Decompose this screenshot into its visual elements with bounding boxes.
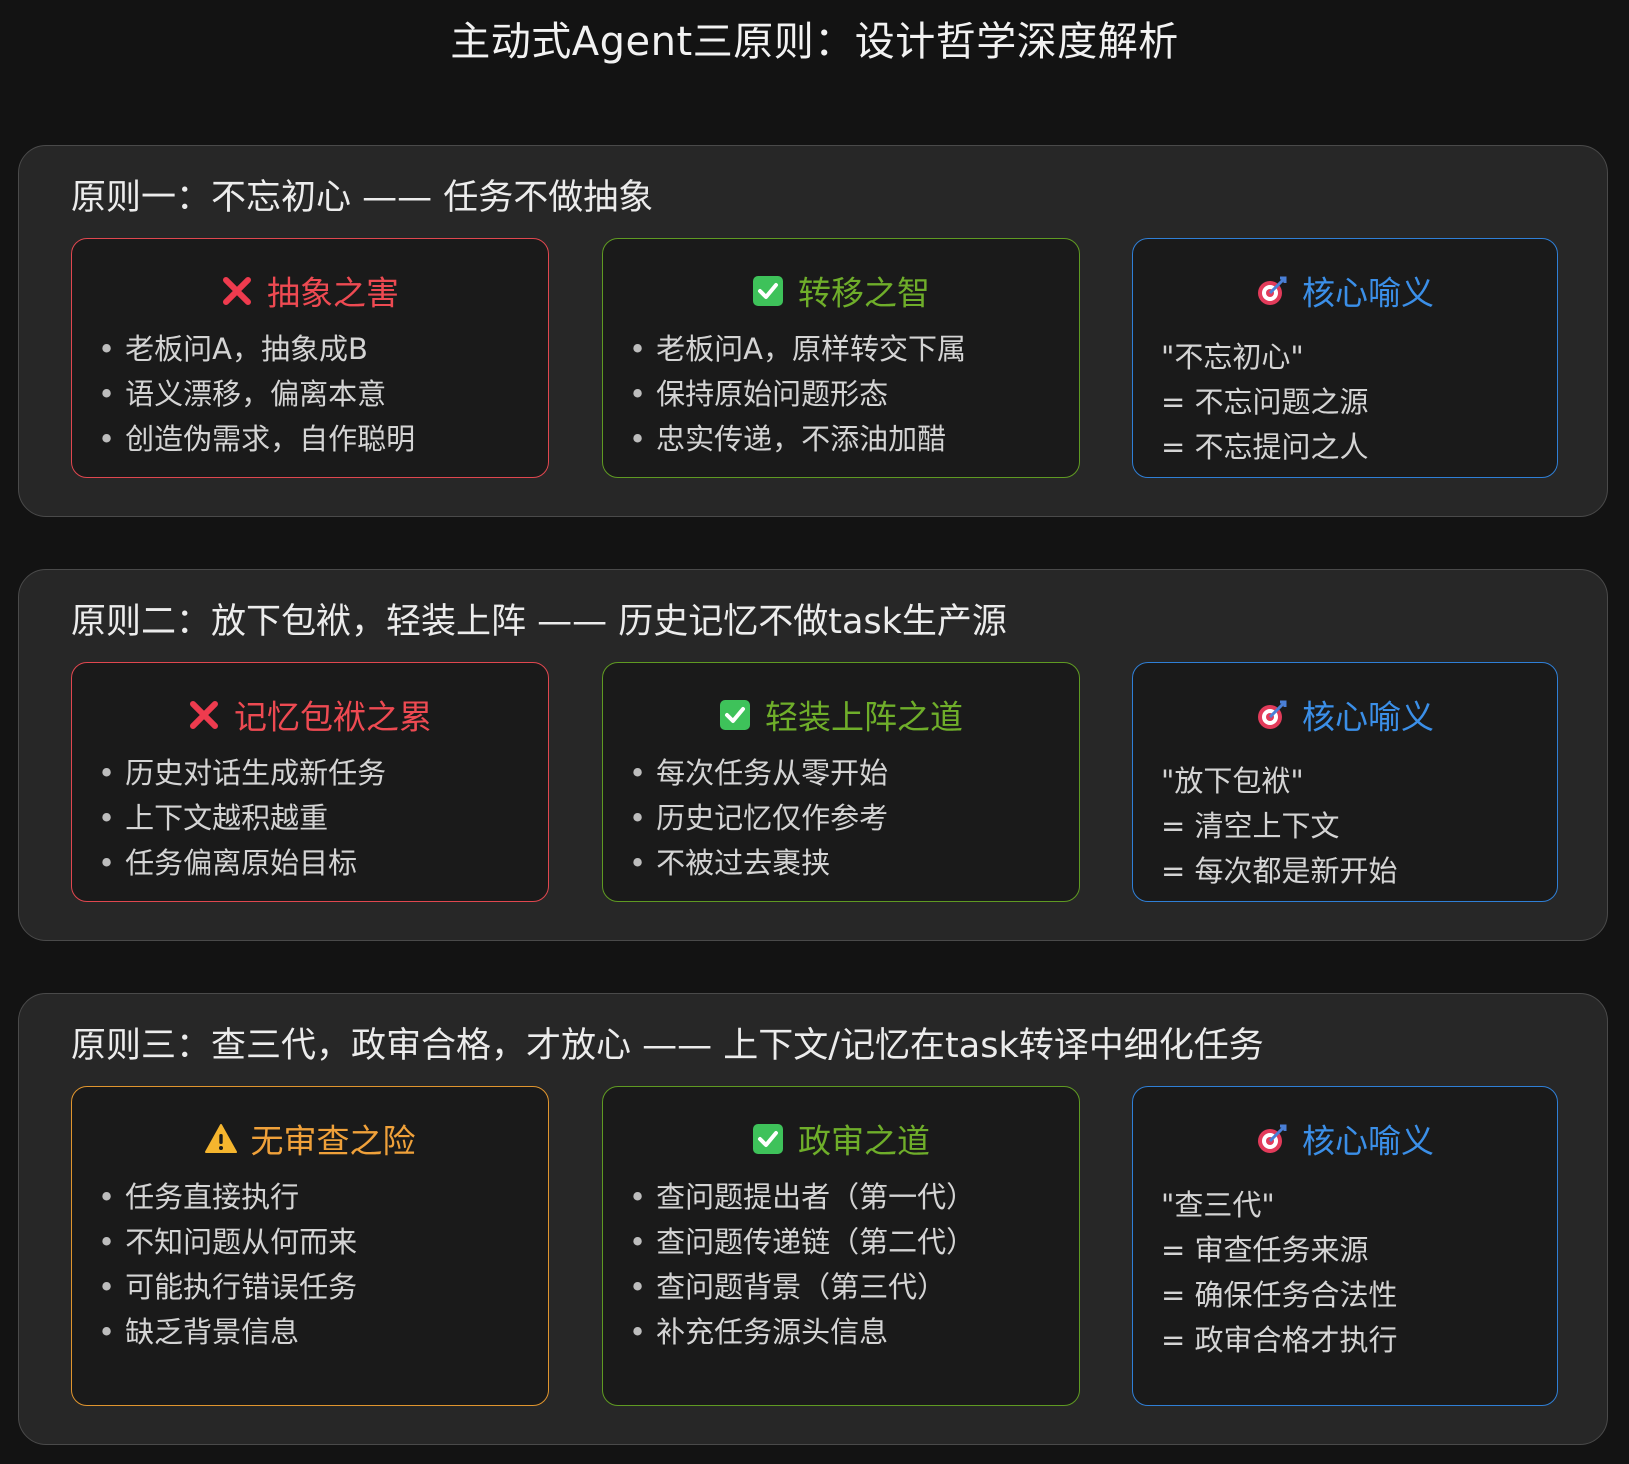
list-item: • 保持原始问题形态 — [629, 377, 889, 411]
list-item: • 查问题提出者（第一代） — [629, 1180, 976, 1214]
harm-card: 记忆包袱之累 • 历史对话生成新任务 • 上下文越积越重 • 任务偏离原始目标 — [71, 662, 549, 902]
meaning-line: = 审查任务来源 — [1161, 1233, 1369, 1267]
list-item: • 历史对话生成新任务 — [98, 756, 387, 790]
warning-heading: 无审查之险 — [250, 1121, 416, 1161]
good-card: 轻装上阵之道 • 每次任务从零开始 • 历史记忆仅作参考 • 不被过去裹挟 — [602, 662, 1080, 902]
good-card: 转移之智 • 老板问A，原样转交下属 • 保持原始问题形态 • 忠实传递，不添油加醋 — [602, 238, 1080, 478]
good-heading: 政审之道 — [798, 1121, 930, 1161]
warning-card: 无审查之险 • 任务直接执行 • 不知问题从何而来 • 可能执行错误任务 • 缺乏背景信… — [71, 1086, 549, 1406]
list-item: • 任务直接执行 — [98, 1180, 300, 1214]
core-meaning-card: 核心喻义 "放下包袱" = 清空上下文 = 每次都是新开始 — [1132, 662, 1558, 902]
list-item: • 老板问A，原样转交下属 — [629, 332, 966, 366]
meaning-line: = 清空上下文 — [1161, 809, 1340, 843]
core-heading: 核心喻义 — [1302, 1121, 1434, 1161]
check-box-icon — [752, 1123, 784, 1155]
principle-2-panel: 原则二：放下包袱，轻装上阵 —— 历史记忆不做task生产源 记忆包袱之累 • 历… — [18, 569, 1608, 941]
harm-heading: 抽象之害 — [267, 273, 399, 313]
meaning-line: "查三代" — [1161, 1188, 1275, 1222]
warning-icon — [204, 1123, 237, 1155]
target-dart-icon — [1256, 275, 1288, 307]
list-item: • 忠实传递，不添油加醋 — [629, 422, 947, 456]
meaning-line: = 每次都是新开始 — [1161, 854, 1398, 888]
page-title: 主动式Agent三原则：设计哲学深度解析 — [450, 19, 1179, 65]
principle-2-title: 原则二：放下包袱，轻装上阵 —— 历史记忆不做task生产源 — [71, 602, 1007, 642]
list-item: • 查问题背景（第三代） — [629, 1270, 947, 1304]
meaning-line: = 政审合格才执行 — [1161, 1323, 1398, 1357]
meaning-line: "不忘初心" — [1161, 340, 1304, 374]
list-item: • 不知问题从何而来 — [98, 1225, 358, 1259]
list-item: • 每次任务从零开始 — [629, 756, 889, 790]
meaning-line: "放下包袱" — [1161, 764, 1304, 798]
harm-card: 抽象之害 • 老板问A，抽象成B • 语义漂移，偏离本意 • 创造伪需求，自作聪明 — [71, 238, 549, 478]
target-dart-icon — [1256, 699, 1288, 731]
list-item: • 补充任务源头信息 — [629, 1315, 889, 1349]
list-item: • 查问题传递链（第二代） — [629, 1225, 976, 1259]
check-box-icon — [719, 699, 751, 731]
meaning-line: = 不忘提问之人 — [1161, 430, 1369, 464]
list-item: • 任务偏离原始目标 — [98, 846, 358, 880]
list-item: • 可能执行错误任务 — [98, 1270, 358, 1304]
core-heading: 核心喻义 — [1302, 697, 1434, 737]
list-item: • 上下文越积越重 — [98, 801, 329, 835]
good-heading: 转移之智 — [798, 273, 930, 313]
good-card: 政审之道 • 查问题提出者（第一代） • 查问题传递链（第二代） • 查问题背景（第三… — [602, 1086, 1080, 1406]
target-dart-icon — [1256, 1123, 1288, 1155]
list-item: • 不被过去裹挟 — [629, 846, 831, 880]
core-meaning-card: 核心喻义 "查三代" = 审查任务来源 = 确保任务合法性 = 政审合格才执行 — [1132, 1086, 1558, 1406]
core-heading: 核心喻义 — [1302, 273, 1434, 313]
principle-3-panel: 原则三：查三代，政审合格，才放心 —— 上下文/记忆在task转译中细化任务 无… — [18, 993, 1608, 1445]
good-heading: 轻装上阵之道 — [765, 697, 963, 737]
list-item: • 缺乏背景信息 — [98, 1315, 300, 1349]
principle-1-panel: 原则一：不忘初心 —— 任务不做抽象 抽象之害 • 老板问A，抽象成B • 语义漂移… — [18, 145, 1608, 517]
list-item: • 历史记忆仅作参考 — [629, 801, 889, 835]
cross-mark-icon — [221, 275, 253, 307]
harm-heading: 记忆包袱之累 — [234, 697, 432, 737]
cross-mark-icon — [188, 699, 220, 731]
meaning-line: = 确保任务合法性 — [1161, 1278, 1398, 1312]
principle-1-title: 原则一：不忘初心 —— 任务不做抽象 — [71, 178, 654, 218]
meaning-line: = 不忘问题之源 — [1161, 385, 1369, 419]
list-item: • 老板问A，抽象成B — [98, 332, 368, 366]
check-box-icon — [752, 275, 784, 307]
list-item: • 创造伪需求，自作聪明 — [98, 422, 416, 456]
principle-3-title: 原则三：查三代，政审合格，才放心 —— 上下文/记忆在task转译中细化任务 — [71, 1026, 1264, 1066]
core-meaning-card: 核心喻义 "不忘初心" = 不忘问题之源 = 不忘提问之人 — [1132, 238, 1558, 478]
list-item: • 语义漂移，偏离本意 — [98, 377, 387, 411]
